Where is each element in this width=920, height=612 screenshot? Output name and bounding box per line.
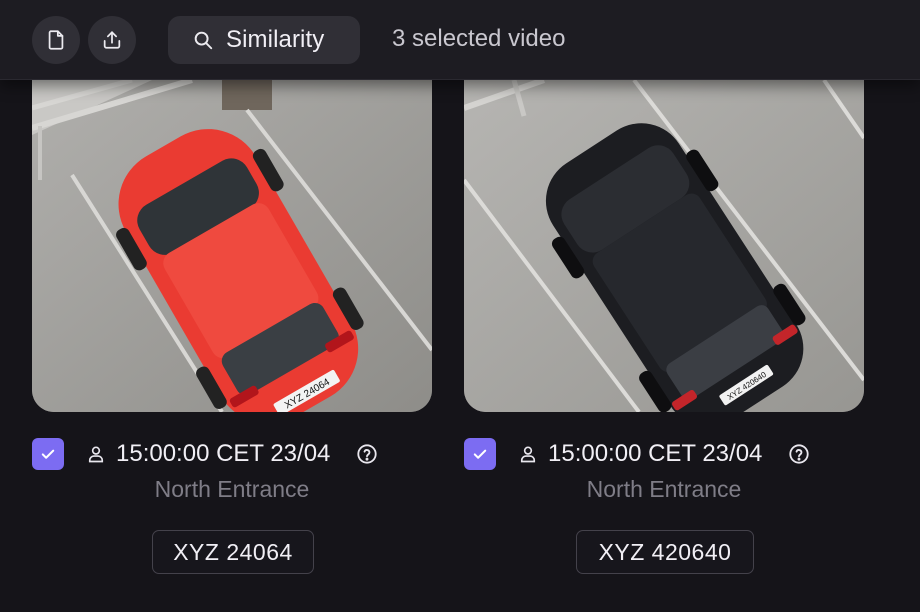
license-plate-tag[interactable]: XYZ 420640: [576, 530, 754, 574]
help-icon[interactable]: [788, 443, 810, 465]
timestamp: 15:00:00 CET 23/04: [116, 440, 331, 467]
video-meta-row: 15:00:00 CET 23/04: [32, 438, 432, 470]
document-button[interactable]: [32, 16, 80, 64]
similarity-label: Similarity: [226, 26, 325, 53]
help-icon[interactable]: [356, 443, 378, 465]
location-label: North Entrance: [154, 476, 310, 502]
location-label: North Entrance: [586, 476, 742, 502]
person-icon: [520, 446, 536, 463]
video-results-page: Similarity 3 selected video XYZ 24064 15…: [0, 0, 920, 612]
document-icon: [48, 30, 64, 50]
checkmark-icon: [41, 449, 55, 459]
checkmark-icon: [473, 449, 487, 459]
search-icon: [194, 31, 213, 50]
select-checkbox[interactable]: [464, 438, 496, 470]
export-button[interactable]: [88, 16, 136, 64]
timestamp: 15:00:00 CET 23/04: [548, 440, 763, 467]
select-checkbox[interactable]: [32, 438, 64, 470]
video-card: XYZ 24064 15:00:00 CET 23/04 North Entra…: [32, 80, 432, 574]
video-thumbnail[interactable]: XYZ 24064: [32, 80, 432, 412]
similarity-button[interactable]: Similarity: [168, 16, 360, 64]
video-card: XYZ 420640 15:00:00 CET 23/04 North Entr…: [464, 80, 864, 574]
upload-icon: [103, 31, 121, 49]
video-meta-row: 15:00:00 CET 23/04: [464, 438, 864, 470]
license-plate-tag[interactable]: XYZ 24064: [152, 530, 314, 574]
black-car-image: XYZ 420640: [464, 80, 864, 412]
person-icon: [88, 446, 104, 463]
red-car-image: XYZ 24064: [32, 80, 432, 412]
selected-count: 3 selected video: [392, 25, 566, 52]
toolbar: Similarity 3 selected video: [0, 0, 920, 80]
video-thumbnail[interactable]: XYZ 420640: [464, 80, 864, 412]
